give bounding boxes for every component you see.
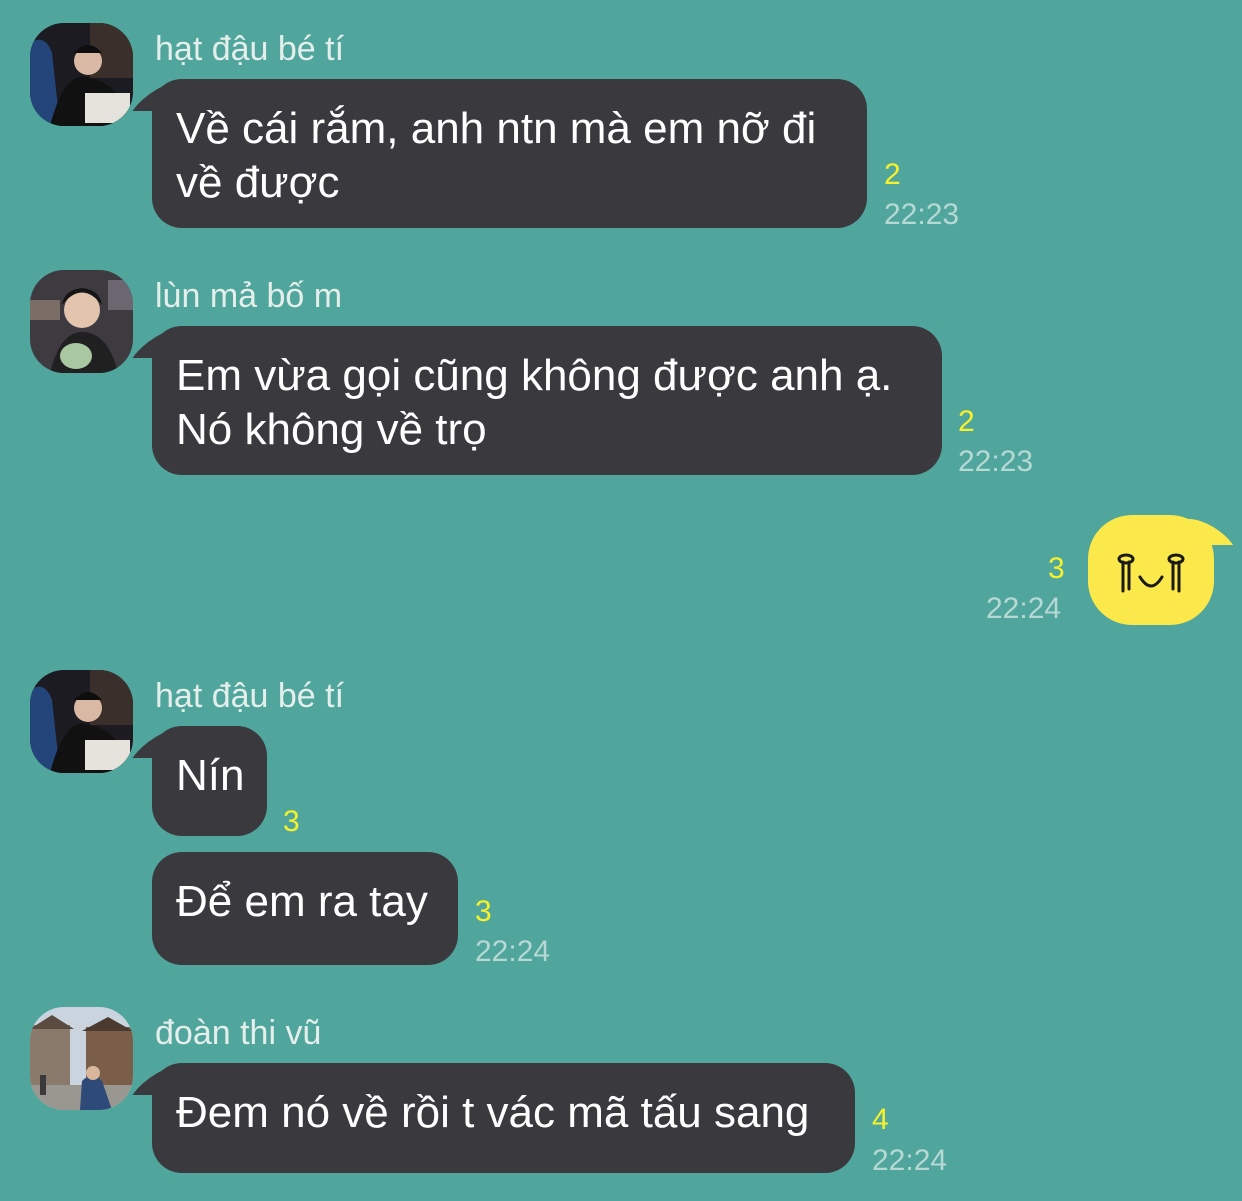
unread-count: 3 — [283, 805, 300, 838]
message-time: 22:24 — [872, 1144, 948, 1177]
message-line: Nín — [176, 751, 245, 800]
message-line: Nó không về trọ — [176, 405, 487, 454]
message-line: Đem nó về rồi t vác mã tấu sang — [176, 1088, 810, 1137]
avatar-lun-ma-bo-m[interactable] — [30, 270, 133, 373]
outgoing-message-bubble[interactable] — [1088, 515, 1214, 625]
message-time: 22:23 — [958, 445, 1034, 478]
avatar-doan-thi-vu[interactable] — [30, 1007, 133, 1110]
unread-count: 3 — [1048, 552, 1065, 585]
sender-name: hạt đậu bé tí — [155, 677, 345, 715]
message-bubble[interactable]: Để em ra tay — [152, 852, 458, 965]
message-line: Về cái rắm, anh ntn mà em nỡ đi — [176, 104, 817, 153]
message-line: Em vừa gọi cũng không được anh ạ. — [176, 351, 893, 400]
sender-name: hạt đậu bé tí — [155, 30, 345, 68]
unread-count: 3 — [475, 895, 492, 928]
message-bubble[interactable]: Nín — [152, 726, 267, 836]
unread-count: 2 — [884, 158, 901, 191]
message-bubble[interactable]: Em vừa gọi cũng không được anh ạ. Nó khô… — [152, 326, 942, 475]
message-bubble[interactable]: Về cái rắm, anh ntn mà em nỡ đi về được — [152, 79, 867, 228]
message-line: về được — [176, 158, 340, 207]
unread-count: 2 — [958, 405, 975, 438]
message-time: 22:24 — [986, 592, 1062, 625]
message-time: 22:23 — [884, 198, 960, 231]
unread-count: 4 — [872, 1103, 889, 1136]
message-time: 22:24 — [475, 935, 551, 968]
message-bubble[interactable]: Đem nó về rồi t vác mã tấu sang — [152, 1063, 855, 1173]
sender-name: lùn mả bố m — [155, 277, 343, 315]
avatar-hat-dau-be-ti[interactable] — [30, 670, 133, 773]
smiley-sticker-icon — [1117, 553, 1185, 593]
sender-name: đoàn thi vũ — [155, 1014, 322, 1052]
avatar-hat-dau-be-ti[interactable] — [30, 23, 133, 126]
message-line: Để em ra tay — [176, 877, 428, 926]
